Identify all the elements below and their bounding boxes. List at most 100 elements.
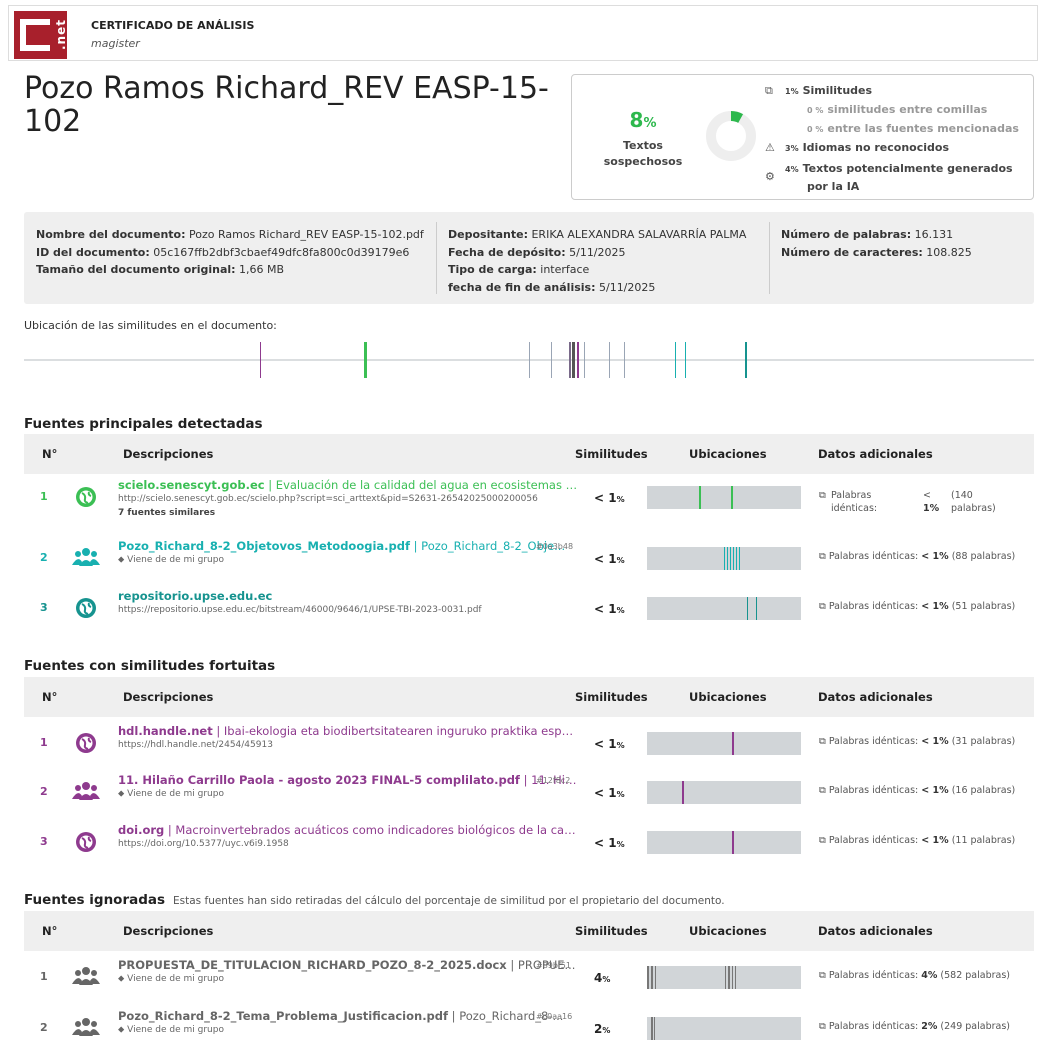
globe-icon [76,733,96,753]
additional-data: ⧉ Palabras idénticas: <1% (140 palabras) [819,490,996,514]
location-mark [577,342,579,378]
suspicious-percent: 8% [629,108,657,132]
table-header-principales: N° Descripciones Similitudes Ubicaciones Dat… [24,434,1034,474]
location-minibar [647,597,801,620]
source-hash: #89bf51 [536,961,571,970]
location-mark [756,597,757,620]
copy-icon: ⧉ [819,601,829,612]
location-mark [655,966,656,989]
location-mark [733,547,734,570]
source-hash: #12f8c2 [536,776,571,785]
location-mark [529,342,530,378]
certificate-title: CERTIFICADO DE ANÁLISIS [91,19,255,32]
source-title[interactable]: doi.org | Macroinvertebrados acuáticos c… [118,823,578,837]
meta-col-2: Depositante: ERIKA ALEXANDRA SALAVARRÍA … [448,228,747,294]
source-title[interactable]: Pozo_Richard_8-2_Objetovos_Metodoogia.pd… [118,539,578,553]
location-mark [609,342,610,378]
similarity-value: < 1% [594,602,625,616]
similarity-location-bar [24,342,1034,378]
location-minibar [647,781,801,804]
source-hash: #c0aa16 [536,1012,573,1021]
globe-icon [76,832,96,852]
location-minibar [647,486,801,509]
source-group: ⬥ Viene de de mi grupo [118,555,224,565]
copy-icon: ⧉ [819,970,829,981]
table-row[interactable]: 1 scielo.senescyt.gob.ec | Evaluación de … [24,475,1034,523]
table-row[interactable]: 1 PROPUESTA_DE_TITULACION_RICHARD_POZO_8-… [24,955,1034,1003]
location-mark [675,342,676,378]
table-row[interactable]: 2 Pozo_Richard_8-2_Objetovos_Metodoogia.p… [24,536,1034,584]
additional-data: ⧉ Palabras idénticas: < 1% (11 palabras) [819,835,1016,846]
location-mark [647,966,649,989]
location-mark [732,732,734,755]
location-minibar [647,831,801,854]
source-url[interactable]: https://doi.org/10.5377/uyc.v6i9.1958 [118,839,289,849]
group-icon [72,1018,100,1036]
additional-data: ⧉ Palabras idénticas: < 1% (51 palabras) [819,601,1016,612]
source-title[interactable]: repositorio.upse.edu.ec [118,589,578,603]
source-group: ⬥ Viene de de mi grupo [118,789,224,799]
source-url[interactable]: https://repositorio.upse.edu.ec/bitstrea… [118,605,482,615]
source-hash: #0a3b48 [536,542,574,551]
source-title[interactable]: Pozo_Richard_8-2_Tema_Problema_Justifica… [118,1009,578,1023]
location-mark [735,966,736,989]
stat-mentioned: 0 % entre las fuentes mencionadas [807,122,1019,135]
row-number: 2 [40,1021,48,1034]
source-group: ⬥ Viene de de mi grupo [118,1025,224,1035]
table-header-fortuitas: N° Descripciones Similitudes Ubicaciones Dat… [24,677,1034,717]
location-mark [739,547,740,570]
additional-data: ⧉ Palabras idénticas: 2% (249 palabras) [819,1021,1011,1032]
similar-sources-link[interactable]: 7 fuentes similares [118,508,215,518]
source-title[interactable]: 11. Hilaño Carrillo Paola - agosto 2023 … [118,773,578,787]
table-row[interactable]: 2 Pozo_Richard_8-2_Tema_Problema_Justific… [24,1006,1034,1054]
tag-icon: ⬥ [118,555,128,565]
table-row[interactable]: 1 hdl.handle.net | Ibai-ekologia eta biod… [24,721,1034,769]
table-row[interactable]: 2 11. Hilaño Carrillo Paola - agosto 2023… [24,770,1034,818]
globe-icon [76,598,96,618]
row-number: 2 [40,785,48,798]
additional-data: ⧉ Palabras idénticas: < 1% (31 palabras) [819,736,1016,747]
row-number: 3 [40,835,48,848]
additional-data: ⧉ Palabras idénticas: < 1% (16 palabras) [819,785,1016,796]
row-number: 3 [40,601,48,614]
source-title[interactable]: hdl.handle.net | Ibai-ekologia eta biodi… [118,724,578,738]
location-label: Ubicación de las similitudes en el docum… [24,319,277,332]
copy-icon: ⧉ [819,785,829,796]
source-title[interactable]: scielo.senescyt.gob.ec | Evaluación de l… [118,478,578,492]
copy-icon: ⧉ [819,835,829,846]
tag-icon: ⬥ [118,974,128,984]
source-title[interactable]: PROPUESTA_DE_TITULACION_RICHARD_POZO_8-2… [118,958,578,972]
location-minibar [647,966,801,989]
suspicious-label: Textos sospechosos [603,139,683,168]
copy-icon: ⧉ [765,84,773,97]
source-url[interactable]: http://scielo.senescyt.gob.ec/scielo.php… [118,494,538,504]
location-mark [745,342,747,378]
row-number: 1 [40,736,48,749]
source-group: ⬥ Viene de de mi grupo [118,974,224,984]
location-mark [584,342,585,378]
location-mark [624,342,625,378]
location-mark [724,547,725,570]
copy-icon: ⧉ [819,1021,829,1032]
stat-quotes: 0 % similitudes entre comillas [807,103,988,116]
location-mark [651,966,653,989]
meta-col-1: Nombre del documento: Pozo Ramos Richard… [36,228,424,276]
similarity-value: < 1% [594,552,625,566]
meta-col-3: Número de palabras: 16.131 Número de car… [781,228,972,259]
section-title-ignoradas: Fuentes ignoradas Estas fuentes han sido … [24,892,725,908]
row-number: 1 [40,490,48,503]
group-icon [72,548,100,566]
warning-icon: ⚠ [765,141,775,154]
row-number: 2 [40,551,48,564]
stat-ai: 4% Textos potencialmente generados por la … [785,162,1013,193]
source-url[interactable]: https://hdl.handle.net/2454/45913 [118,740,273,750]
document-title: Pozo Ramos Richard_REV EASP-15-102 [24,71,549,139]
table-row[interactable]: 3 doi.org | Macroinvertebrados acuáticos … [24,820,1034,868]
copy-icon: ⧉ [819,736,829,747]
copy-icon: ⧉ [819,490,826,501]
section-title-fortuitas: Fuentes con similitudes fortuitas [24,658,276,674]
table-row[interactable]: 3 repositorio.upse.edu.ec https://reposito… [24,586,1034,634]
location-minibar [647,732,801,755]
location-mark [747,597,748,620]
stat-similitudes: 1% Similitudes [785,84,873,97]
